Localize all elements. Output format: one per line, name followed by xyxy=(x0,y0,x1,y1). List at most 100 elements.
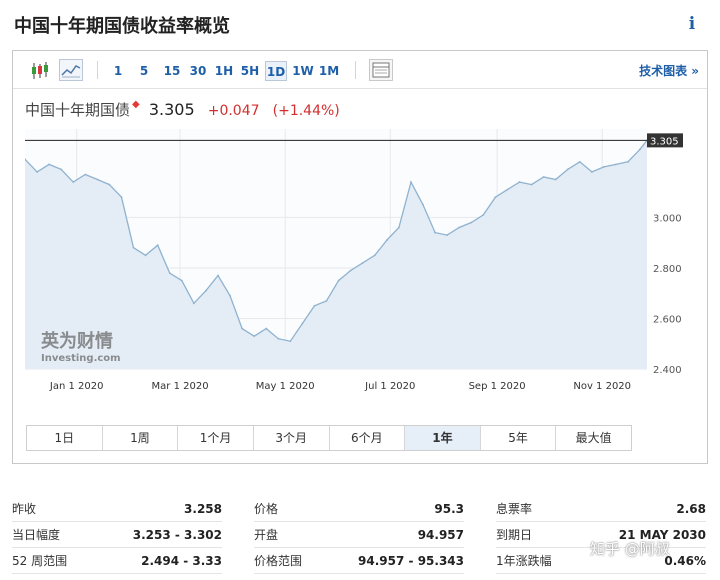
data-point xyxy=(156,244,159,247)
range-max[interactable]: 最大值 xyxy=(556,426,631,450)
stat-row: 昨收 3.258 xyxy=(12,496,222,522)
stat-label-day-range: 当日幅度 xyxy=(12,528,61,542)
last-value-label: 3.305 xyxy=(650,136,679,147)
data-point xyxy=(530,183,533,186)
period-1d[interactable]: 1D xyxy=(265,61,287,81)
y-tick-label: 2.800 xyxy=(653,264,682,275)
y-tick-label: 2.400 xyxy=(653,365,682,376)
line-chart-icon[interactable] xyxy=(59,59,83,81)
stat-label-1y-change: 1年涨跌幅 xyxy=(496,554,552,568)
data-point xyxy=(144,254,147,257)
range-1y[interactable]: 1年 xyxy=(405,426,481,450)
info-icon[interactable]: i xyxy=(682,12,702,36)
y-tick-label: 3.000 xyxy=(653,213,682,224)
candlestick-icon[interactable] xyxy=(27,59,51,81)
period-1w[interactable]: 1W xyxy=(291,61,315,81)
chart-panel: 1 5 15 30 1H 5H 1D 1W 1M 技术图表 » 中国十年期国债 ◆… xyxy=(12,50,708,464)
x-tick-label: Jan 1 2020 xyxy=(49,381,104,392)
stat-row: 52 周范围 2.494 - 3.33 xyxy=(12,548,222,574)
data-point xyxy=(566,168,569,171)
x-tick-label: Nov 1 2020 xyxy=(573,381,631,392)
stats-column-1: 昨收 3.258 当日幅度 3.253 - 3.302 52 周范围 2.494 - … xyxy=(12,496,222,574)
period-30[interactable]: 30 xyxy=(187,61,209,81)
data-point xyxy=(192,302,195,305)
watermark-site: Investing.com xyxy=(41,353,121,364)
data-point xyxy=(542,176,545,178)
data-point xyxy=(265,327,268,330)
data-point xyxy=(337,279,340,282)
data-point xyxy=(422,203,424,206)
data-point xyxy=(615,163,617,166)
stat-row: 开盘 94.957 xyxy=(254,522,464,548)
stat-row: 息票率 2.68 xyxy=(496,496,706,522)
data-point xyxy=(229,294,231,297)
tech-chart-link[interactable]: 技术图表 » xyxy=(639,62,699,79)
x-tick-label: Sep 1 2020 xyxy=(469,381,526,392)
stat-label-price-range: 价格范围 xyxy=(254,554,303,568)
toolbar-divider xyxy=(97,61,98,79)
price-change-percent: (+1.44%) xyxy=(272,103,340,119)
stat-value-52wk-range: 2.494 - 3.33 xyxy=(141,554,222,568)
data-point xyxy=(289,340,292,343)
stat-label-prev-close: 昨收 xyxy=(12,502,37,516)
x-tick-label: Jul 1 2020 xyxy=(364,381,415,392)
data-point xyxy=(627,160,629,163)
stat-value-open: 94.957 xyxy=(417,528,464,542)
yield-chart[interactable]: 英为财情 Investing.com 3.000 2.800 2.600 2.400 J… xyxy=(25,129,697,419)
period-1[interactable]: 1 xyxy=(109,61,127,81)
data-point xyxy=(205,289,207,292)
range-1d[interactable]: 1日 xyxy=(27,426,103,450)
chart-toolbar: 1 5 15 30 1H 5H 1D 1W 1M 技术图表 » xyxy=(13,51,707,89)
period-5[interactable]: 5 xyxy=(135,61,153,81)
period-15[interactable]: 15 xyxy=(161,61,183,81)
data-point xyxy=(180,279,183,282)
data-point xyxy=(361,261,364,264)
data-point xyxy=(96,178,99,181)
live-marker-icon: ◆ xyxy=(132,99,140,110)
data-point xyxy=(385,239,388,242)
stat-label-coupon: 息票率 xyxy=(496,502,533,516)
data-point xyxy=(253,335,256,338)
data-point xyxy=(313,304,316,307)
data-point xyxy=(506,188,509,191)
range-5y[interactable]: 5年 xyxy=(481,426,557,450)
stat-value-day-range: 3.253 - 3.302 xyxy=(132,528,222,542)
period-1h[interactable]: 1H xyxy=(213,61,235,81)
stat-value-price: 95.3 xyxy=(434,502,464,516)
data-point xyxy=(301,322,304,325)
stat-row: 价格范围 94.957 - 95.343 xyxy=(254,548,464,574)
zhihu-watermark: 知乎 @阿叔 xyxy=(590,540,670,558)
data-point xyxy=(434,231,436,234)
quote-row: 中国十年期国债 ◆ 3.305 +0.047 (+1.44%) xyxy=(25,99,340,123)
range-6m[interactable]: 6个月 xyxy=(330,426,406,450)
data-table-icon[interactable] xyxy=(369,59,393,81)
data-point xyxy=(373,254,376,257)
data-point xyxy=(72,181,75,183)
stat-value-1y-change: 0.46% xyxy=(664,554,706,568)
x-tick-label: May 1 2020 xyxy=(256,381,315,392)
data-point xyxy=(518,181,521,183)
range-1w[interactable]: 1周 xyxy=(103,426,179,450)
data-point xyxy=(132,246,135,249)
watermark-brand: 英为财情 xyxy=(40,330,113,352)
stat-label-open: 开盘 xyxy=(254,528,279,542)
data-point xyxy=(446,234,449,237)
data-point xyxy=(48,163,51,166)
period-1m[interactable]: 1M xyxy=(317,61,341,81)
stat-row: 当日幅度 3.253 - 3.302 xyxy=(12,522,222,548)
range-1m[interactable]: 1个月 xyxy=(178,426,254,450)
range-3m[interactable]: 3个月 xyxy=(254,426,330,450)
data-point xyxy=(470,221,473,224)
data-point xyxy=(108,183,111,186)
period-5h[interactable]: 5H xyxy=(239,61,261,81)
data-point xyxy=(120,196,123,199)
data-point xyxy=(603,165,605,168)
data-point xyxy=(217,274,219,277)
data-point xyxy=(60,168,63,171)
data-point xyxy=(84,173,87,176)
data-point xyxy=(410,181,412,183)
stat-label-maturity: 到期日 xyxy=(496,528,533,542)
data-point xyxy=(277,337,280,340)
stat-label-52wk-range: 52 周范围 xyxy=(12,554,68,568)
stat-label-price: 价格 xyxy=(254,502,279,516)
